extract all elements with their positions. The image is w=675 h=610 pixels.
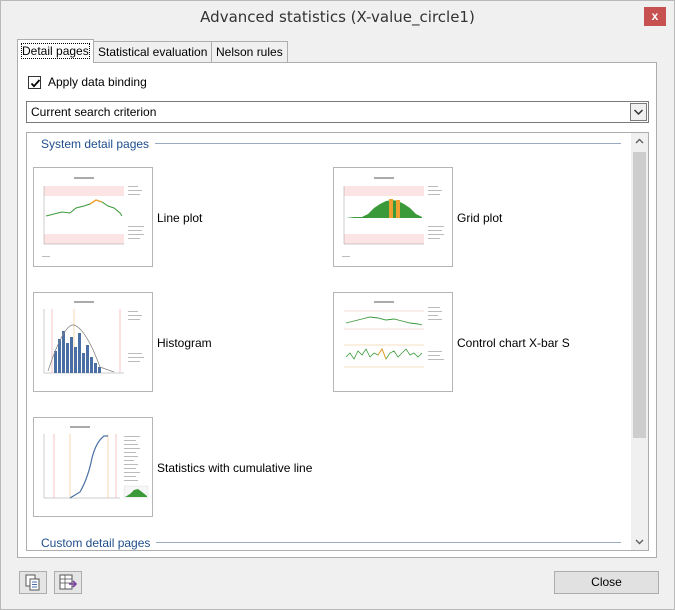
export-table-button[interactable] <box>54 571 82 594</box>
search-criterion-value: Current search criterion <box>31 105 157 119</box>
control-chart-thumbnail-icon[interactable] <box>333 292 453 392</box>
window-close-button[interactable]: x <box>644 7 666 26</box>
export-table-icon <box>59 574 78 590</box>
histogram-thumbnail-icon[interactable] <box>33 292 153 392</box>
list-scrollbar[interactable] <box>631 133 648 550</box>
tab-nelson-rules[interactable]: Nelson rules <box>211 41 288 62</box>
detail-pages-list: System detail pages Line plot Grid plot … <box>26 132 649 551</box>
chevron-up-icon <box>635 138 644 144</box>
apply-data-binding-checkbox[interactable] <box>28 75 41 89</box>
advanced-statistics-dialog: Advanced statistics (X-value_circle1) x … <box>0 0 675 610</box>
apply-data-binding-row[interactable]: Apply data binding <box>28 74 147 90</box>
line-plot-label[interactable]: Line plot <box>157 211 202 225</box>
chevron-down-icon <box>633 109 644 116</box>
copy-pages-button[interactable] <box>19 571 47 594</box>
grid-plot-thumbnail-icon[interactable] <box>333 167 453 267</box>
line-plot-thumbnail-icon[interactable] <box>33 167 153 267</box>
histogram-label[interactable]: Histogram <box>157 336 212 350</box>
window-title: Advanced statistics (X-value_circle1) <box>200 8 475 26</box>
tab-statistical-evaluation[interactable]: Statistical evaluation <box>93 41 213 62</box>
tab-statistical-evaluation-label: Statistical evaluation <box>98 45 208 59</box>
detail-pages-panel: Apply data binding Current search criter… <box>17 62 657 558</box>
custom-detail-pages-heading: Custom detail pages <box>41 536 157 550</box>
search-criterion-select[interactable]: Current search criterion <box>26 101 649 123</box>
system-detail-pages-heading: System detail pages <box>41 137 156 151</box>
chevron-down-icon <box>635 539 644 545</box>
apply-data-binding-label: Apply data binding <box>48 75 147 89</box>
tab-detail-pages[interactable]: Detail pages <box>17 39 94 63</box>
close-button[interactable]: Close <box>554 571 659 594</box>
scroll-down-button[interactable] <box>631 533 648 550</box>
tab-detail-pages-label: Detail pages <box>21 43 90 59</box>
control-chart-label[interactable]: Control chart X-bar S <box>457 336 570 350</box>
cumulative-line-label[interactable]: Statistics with cumulative line <box>157 461 312 475</box>
copy-pages-icon <box>25 574 40 591</box>
scroll-thumb[interactable] <box>633 152 646 438</box>
cumulative-line-thumbnail-icon[interactable] <box>33 417 153 517</box>
title-bar: Advanced statistics (X-value_circle1) x <box>1 1 674 32</box>
scroll-up-button[interactable] <box>631 133 648 150</box>
grid-plot-label[interactable]: Grid plot <box>457 211 502 225</box>
tab-nelson-rules-label: Nelson rules <box>216 45 283 59</box>
combo-dropdown-button[interactable] <box>630 103 647 121</box>
checkmark-icon <box>30 78 41 88</box>
